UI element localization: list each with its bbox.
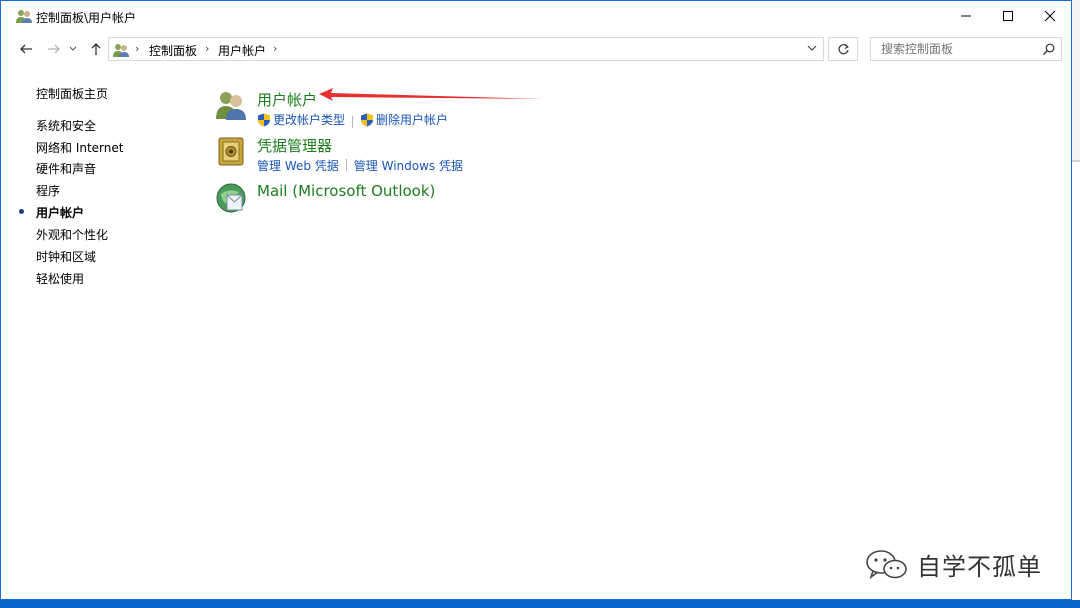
chevron-right-icon: › [135,42,140,55]
uac-shield-icon [258,113,270,126]
refresh-button[interactable] [828,37,858,61]
chevron-down-icon[interactable] [807,43,817,53]
background-document-header [1072,0,1080,160]
category-title-mail[interactable]: Mail (Microsoft Outlook) [257,182,435,200]
divider [1072,160,1080,162]
address-bar[interactable]: › 控制面板 › 用户帐户 › [108,37,824,61]
sidebar-item-hardware-sound[interactable]: 硬件和声音 [36,160,96,177]
sidebar-item-programs[interactable]: 程序 [36,182,60,199]
close-button[interactable] [1027,1,1073,31]
watermark: 自学不孤单 [865,547,1042,582]
search-input[interactable] [879,41,1043,57]
selected-bullet [19,209,24,214]
breadcrumb-control-panel[interactable]: 控制面板 [149,42,197,59]
maximize-icon [1003,11,1013,21]
refresh-icon [837,43,849,54]
category-title-user-accounts[interactable]: 用户帐户 [257,89,317,110]
change-account-type-label: 更改帐户类型 [273,113,346,127]
sidebar-item-system-security[interactable]: 系统和安全 [36,117,96,134]
up-button[interactable] [86,39,106,59]
window-title: 控制面板\用户帐户 [36,11,137,25]
link-divider [345,159,347,171]
title-bar: 控制面板\用户帐户 [1,1,1071,31]
back-button[interactable] [16,39,36,59]
category-title-credential-manager[interactable]: 凭据管理器 [257,135,332,156]
search-icon[interactable] [1042,43,1055,56]
annotation-arrow-icon [319,88,543,101]
users-icon [216,92,246,120]
sidebar-item-home[interactable]: 控制面板主页 [36,85,108,102]
watermark-text: 自学不孤单 [917,553,1042,581]
up-arrow-icon [91,43,101,55]
chevron-down-icon [69,46,77,51]
close-icon [1044,10,1056,22]
mail-icon [216,183,246,213]
wechat-logo-icon [866,549,907,579]
sidebar-item-ease-of-access[interactable]: 轻松使用 [36,270,84,287]
uac-shield-icon [361,113,374,126]
breadcrumb-user-accounts[interactable]: 用户帐户 [218,42,266,59]
back-arrow-icon [20,44,32,54]
chevron-right-icon[interactable]: › [205,42,209,55]
manage-web-credentials-link[interactable]: 管理 Web 凭据 [257,157,339,174]
search-box[interactable] [870,37,1062,61]
sidebar-item-user-accounts[interactable]: 用户帐户 [36,204,84,221]
recent-locations-button[interactable] [67,39,79,59]
minimize-icon [961,15,971,17]
change-account-type-link[interactable]: 更改帐户类型 [257,111,345,128]
navigation-bar: › 控制面板 › 用户帐户 › [1,33,1071,65]
forward-arrow-icon [48,44,60,54]
background-document-strip [1072,0,1080,600]
credential-vault-icon [218,137,244,166]
delete-user-account-label: 删除用户帐户 [376,113,449,127]
delete-user-account-link[interactable]: 删除用户帐户 [360,111,448,128]
maximize-button[interactable] [985,1,1031,31]
sidebar-item-appearance[interactable]: 外观和个性化 [36,226,108,243]
minimize-button[interactable] [943,1,989,31]
sidebar-item-network[interactable]: 网络和 Internet [36,139,123,156]
manage-windows-credentials-link[interactable]: 管理 Windows 凭据 [354,157,463,174]
link-divider [352,115,354,128]
users-icon [16,10,32,23]
forward-button[interactable] [44,39,64,59]
users-icon [113,44,129,57]
sidebar-item-clock-region[interactable]: 时钟和区域 [36,248,96,265]
chevron-right-icon[interactable]: › [273,42,277,55]
control-panel-window: 控制面板\用户帐户 › 控制面板 › 用户帐户 › 搜索控制面板 控制面板主页 … [0,0,1072,600]
